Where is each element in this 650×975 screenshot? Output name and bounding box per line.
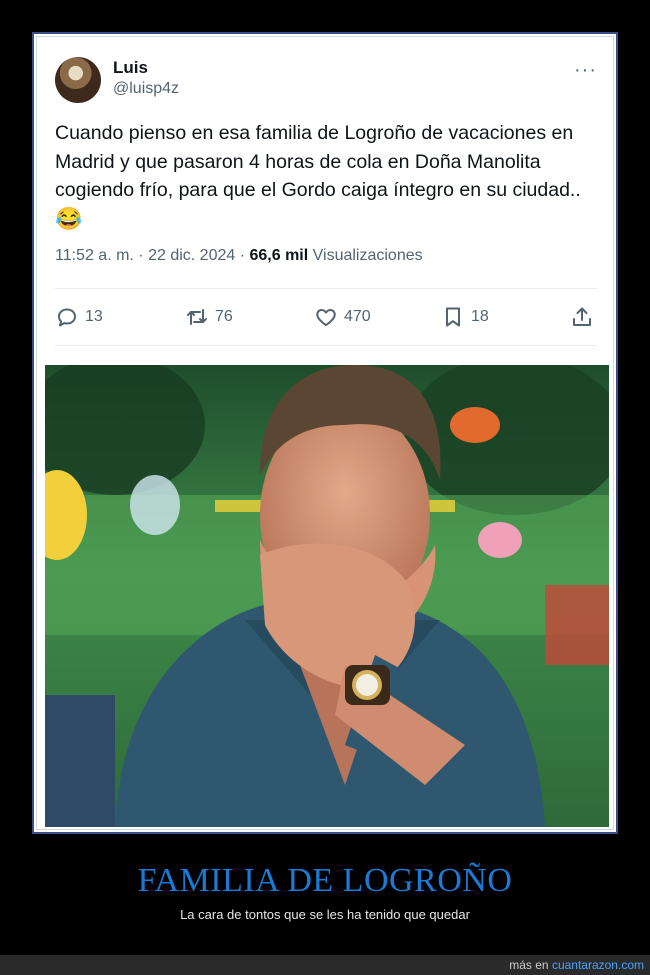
bookmark-icon <box>446 307 460 327</box>
bookmark-button[interactable]: 18 <box>441 305 489 329</box>
tweet-text: Cuando pienso en esa familia de Logroño … <box>55 119 605 234</box>
action-bar: 13 76 470 18 <box>55 305 597 335</box>
divider <box>55 345 597 346</box>
tweet-meta: 11:52 a. m. · 22 dic. 2024 · 66,6 mil Vi… <box>55 247 423 265</box>
reply-button[interactable]: 13 <box>55 305 103 329</box>
author-handle[interactable]: @luisp4z <box>113 80 179 98</box>
caption-title: FAMILIA DE LOGROÑO <box>137 862 513 899</box>
bookmark-count: 18 <box>471 308 489 325</box>
avatar[interactable] <box>55 57 101 103</box>
laughing-emoji: 😂 <box>55 205 83 231</box>
tweet-header: Luis @luisp4z ··· <box>55 55 597 103</box>
tweet-photo[interactable] <box>45 365 609 827</box>
divider <box>55 288 597 289</box>
views-label: Visualizaciones <box>308 247 423 264</box>
like-button[interactable]: 470 <box>314 305 371 329</box>
like-icon <box>316 309 336 326</box>
tweet-card: Luis @luisp4z ··· Cuando pienso en esa f… <box>36 36 614 830</box>
site-link[interactable]: cuantarazon.com <box>552 958 644 972</box>
more-icon[interactable]: ··· <box>574 59 597 82</box>
like-count: 470 <box>344 308 371 325</box>
share-icon <box>573 307 591 326</box>
author-name[interactable]: Luis <box>113 58 148 78</box>
timestamp[interactable]: 11:52 a. m. · 22 dic. 2024 · <box>55 247 249 264</box>
laughing-man-photo <box>45 365 609 827</box>
retweet-count: 76 <box>215 308 233 325</box>
footer-text: más en cuantarazon.com <box>509 958 644 972</box>
views-count: 66,6 mil <box>249 247 309 264</box>
reply-icon <box>58 308 76 327</box>
retweet-icon <box>187 309 207 325</box>
retweet-button[interactable]: 76 <box>185 305 233 329</box>
caption-subtitle: La cara de tontos que se les ha tenido q… <box>180 907 470 922</box>
footer-bar: más en cuantarazon.com <box>0 955 650 975</box>
tweet-card-frame: Luis @luisp4z ··· Cuando pienso en esa f… <box>32 32 618 834</box>
tweet-body: Cuando pienso en esa familia de Logroño … <box>55 122 581 201</box>
reply-count: 13 <box>85 308 103 325</box>
footer-prefix: más en <box>509 958 552 972</box>
share-button[interactable] <box>570 305 594 329</box>
